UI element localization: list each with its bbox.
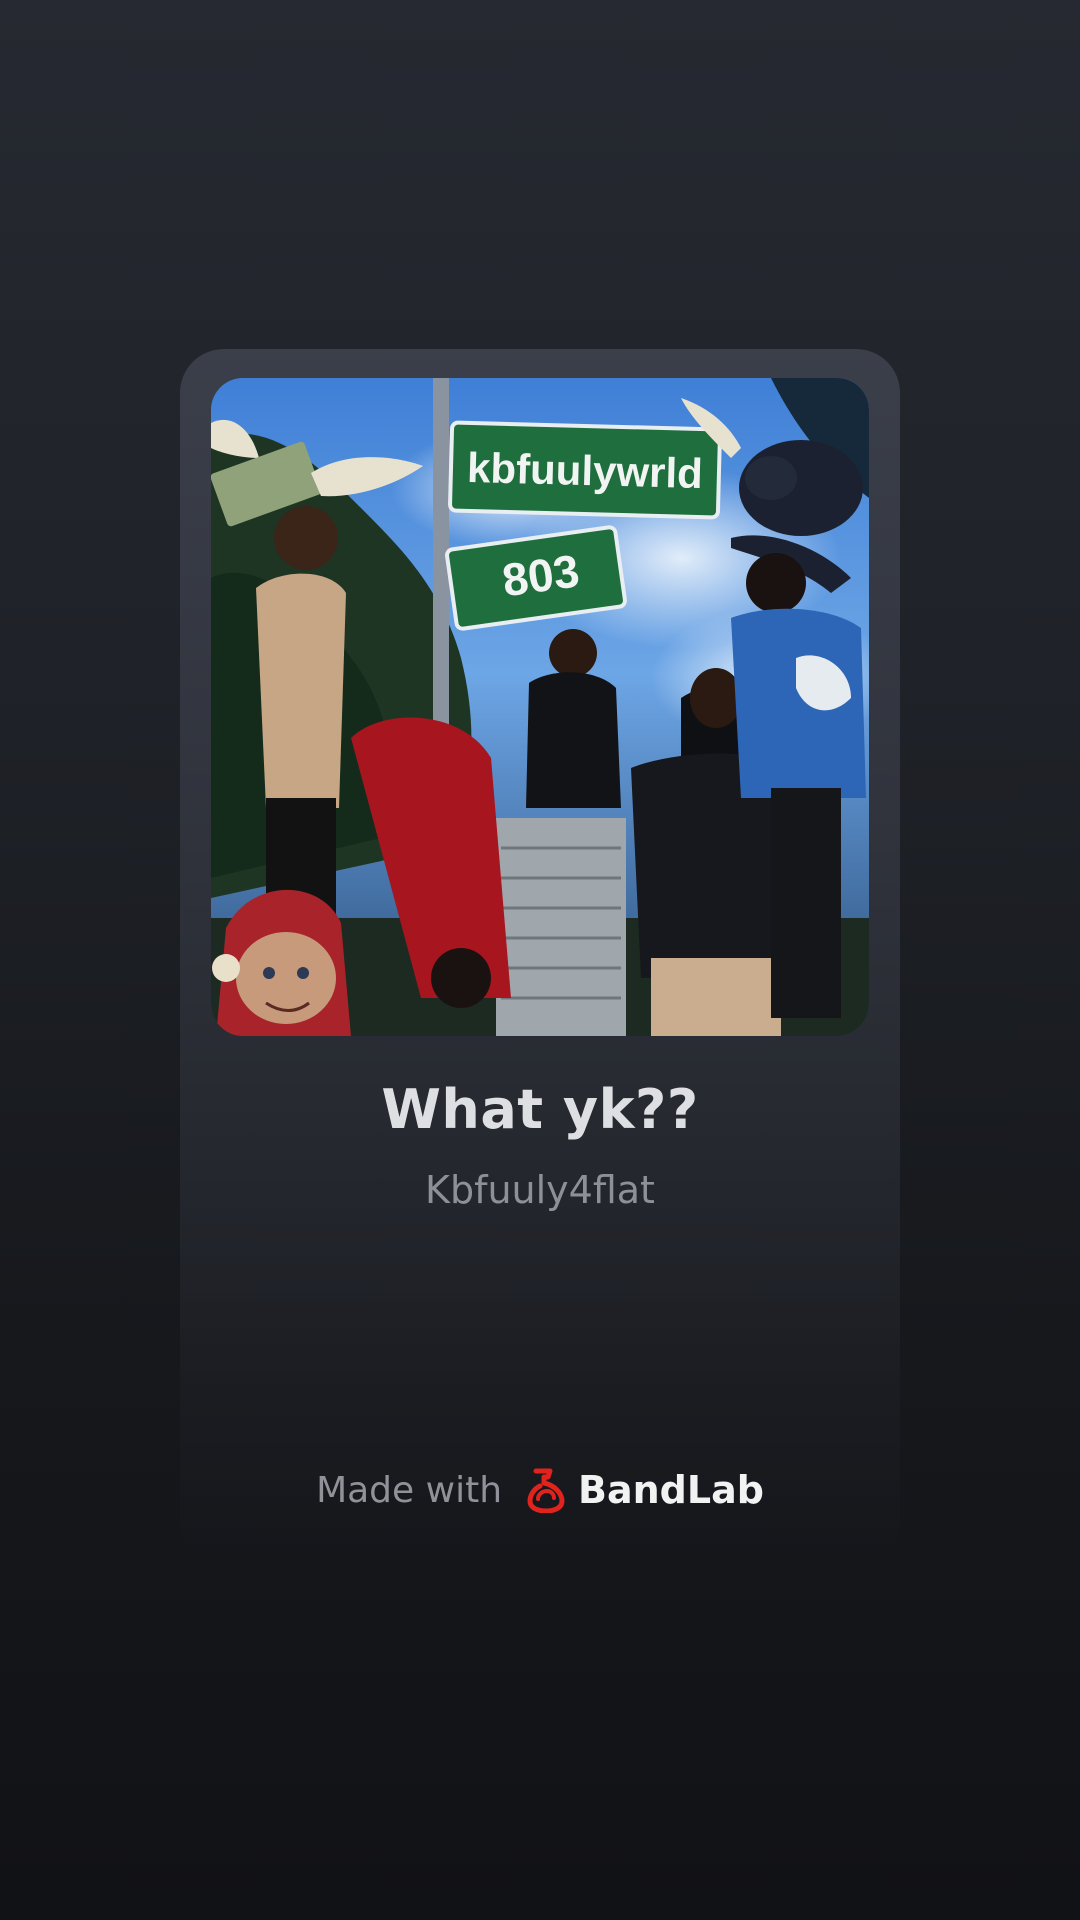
street-sign-top-text: kbfuulywrld (467, 444, 704, 497)
artist-name[interactable]: Kbfuuly4flat (0, 1168, 1080, 1212)
made-with-bandlab[interactable]: Made with BandLab (0, 1462, 1080, 1518)
street-sign-bottom-text: 803 (499, 544, 582, 606)
album-cover: kbfuulywrld 803 (211, 378, 869, 1036)
track-card: kbfuulywrld 803 (180, 349, 900, 1565)
made-with-label: Made with (316, 1469, 503, 1511)
bandlab-logo-icon (524, 1467, 568, 1513)
bandlab-wordmark: BandLab (578, 1468, 764, 1512)
track-title: What yk?? (381, 1078, 699, 1141)
